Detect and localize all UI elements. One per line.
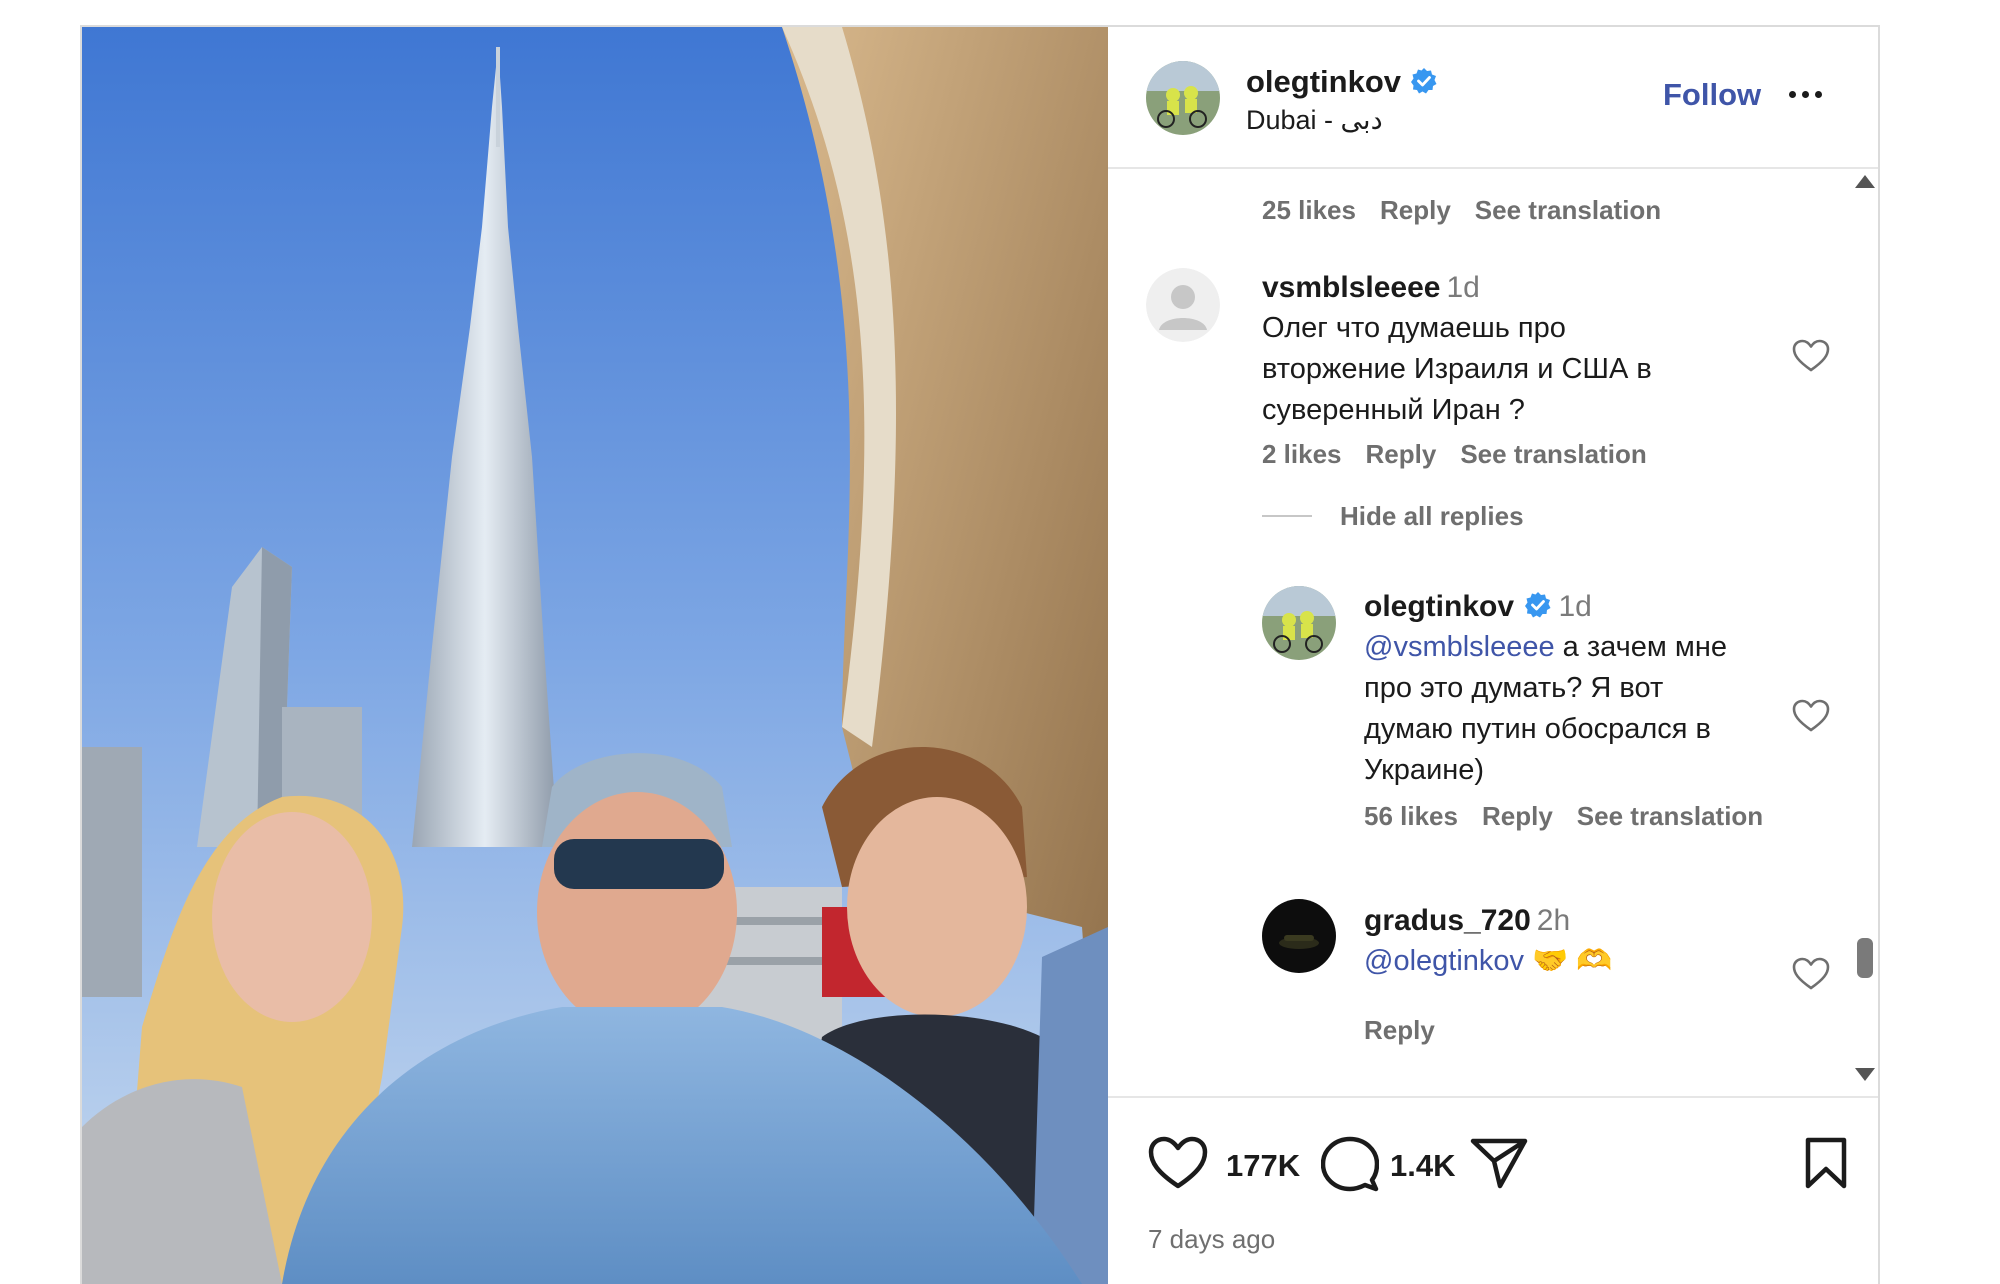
reply-text: @vsmblsleeee а зачем мне про это думать?…	[1364, 627, 1727, 791]
reply-like-heart-icon[interactable]	[1792, 699, 1830, 733]
more-options-icon[interactable]	[1780, 79, 1830, 109]
mention-link[interactable]: @olegtinkov	[1364, 945, 1524, 977]
comment-meta: Reply	[1364, 1015, 1459, 1046]
replies-divider	[1262, 515, 1312, 517]
mention-link[interactable]: @vsmblsleeee	[1364, 631, 1555, 663]
comment-line: вторжение Израиля и США в	[1262, 353, 1652, 385]
like-count[interactable]: 177K	[1226, 1148, 1300, 1184]
selfie-burj-khalifa-image	[82, 27, 1108, 1284]
comment-meta: 2 likes Reply See translation	[1262, 439, 1671, 470]
prev-see-translation[interactable]: See translation	[1475, 195, 1661, 225]
reply-line: думаю путин обосрался в	[1364, 713, 1711, 745]
hide-replies-button[interactable]: Hide all replies	[1340, 501, 1524, 532]
save-bookmark-icon[interactable]	[1804, 1137, 1848, 1194]
reply-line: Украине)	[1364, 754, 1485, 786]
comment-text: Олег что думаешь про вторжение Израиля и…	[1262, 308, 1652, 431]
post-timestamp[interactable]: 7 days ago	[1148, 1224, 1275, 1255]
reply-time[interactable]: 1d	[1558, 590, 1591, 623]
reply-button[interactable]: Reply	[1482, 801, 1553, 831]
author-username[interactable]: olegtinkov	[1246, 64, 1401, 100]
like-heart-icon[interactable]	[1148, 1136, 1208, 1195]
reply-username[interactable]: olegtinkov	[1364, 590, 1514, 623]
reply-meta: 56 likes Reply See translation	[1364, 801, 1787, 832]
comment-like-heart-icon[interactable]	[1792, 957, 1830, 991]
prev-reply-button[interactable]: Reply	[1380, 195, 1451, 225]
comment-username[interactable]: vsmblsleeee	[1262, 271, 1440, 304]
default-avatar-icon[interactable]	[1146, 268, 1220, 342]
scrollbar-thumb[interactable]	[1857, 938, 1873, 978]
post-action-bar: 177K 1.4K 7 days ago	[1108, 1096, 1878, 1284]
comment-like-heart-icon[interactable]	[1792, 339, 1830, 373]
reply-button[interactable]: Reply	[1364, 1015, 1435, 1045]
comment-count[interactable]: 1.4K	[1390, 1148, 1455, 1184]
comment-header: vsmblsleeee 1d	[1262, 271, 1480, 305]
scroll-up-arrow-icon[interactable]	[1852, 172, 1878, 192]
comment-line: суверенный Иран ?	[1262, 394, 1525, 426]
author-avatar[interactable]	[1146, 61, 1220, 135]
comments-scrollbar[interactable]	[1852, 172, 1878, 1084]
comment-text: @olegtinkov 🤝 🫶	[1364, 941, 1612, 982]
reply-author-avatar[interactable]	[1262, 586, 1336, 660]
post-photo[interactable]	[82, 27, 1108, 1284]
verified-badge-icon	[1410, 67, 1438, 100]
comment-line: Олег что думаешь про	[1262, 312, 1566, 344]
comment-header: gradus_720 2h	[1364, 904, 1570, 938]
reply-line: про это думать? Я вот	[1364, 672, 1664, 704]
comment-avatar[interactable]	[1262, 899, 1336, 973]
reply-likes[interactable]: 56 likes	[1364, 801, 1458, 831]
reply-header: olegtinkov 1d	[1364, 590, 1592, 624]
follow-button[interactable]: Follow	[1663, 77, 1761, 113]
post-location[interactable]: Dubai - دبی	[1246, 105, 1383, 136]
reply-line-text: а зачем мне	[1554, 631, 1727, 663]
reply-button[interactable]: Reply	[1366, 439, 1437, 469]
verified-badge-icon	[1524, 591, 1552, 624]
post-header: olegtinkov Dubai - دبی Follow	[1108, 27, 1878, 169]
comment-username[interactable]: gradus_720	[1364, 904, 1531, 937]
reply-line: @vsmblsleeee а зачем мне	[1364, 627, 1727, 668]
comment-time[interactable]: 2h	[1537, 904, 1570, 937]
prev-likes[interactable]: 25 likes	[1262, 195, 1356, 225]
comments-list[interactable]: 25 likes Reply See translation vsmblsleeee…	[1108, 171, 1848, 1096]
see-translation-button[interactable]: See translation	[1577, 801, 1763, 831]
prev-comment-meta: 25 likes Reply See translation	[1262, 195, 1685, 226]
post-side-panel: olegtinkov Dubai - دبی Follow 25 likes Re…	[1108, 27, 1878, 1284]
scroll-down-arrow-icon[interactable]	[1852, 1064, 1878, 1084]
comment-likes[interactable]: 2 likes	[1262, 439, 1342, 469]
comment-bubble-icon[interactable]	[1320, 1136, 1380, 1197]
comment-time[interactable]: 1d	[1446, 271, 1479, 304]
share-paper-plane-icon[interactable]	[1470, 1137, 1528, 1194]
emoji-text: 🤝 🫶	[1532, 945, 1613, 977]
see-translation-button[interactable]: See translation	[1460, 439, 1646, 469]
